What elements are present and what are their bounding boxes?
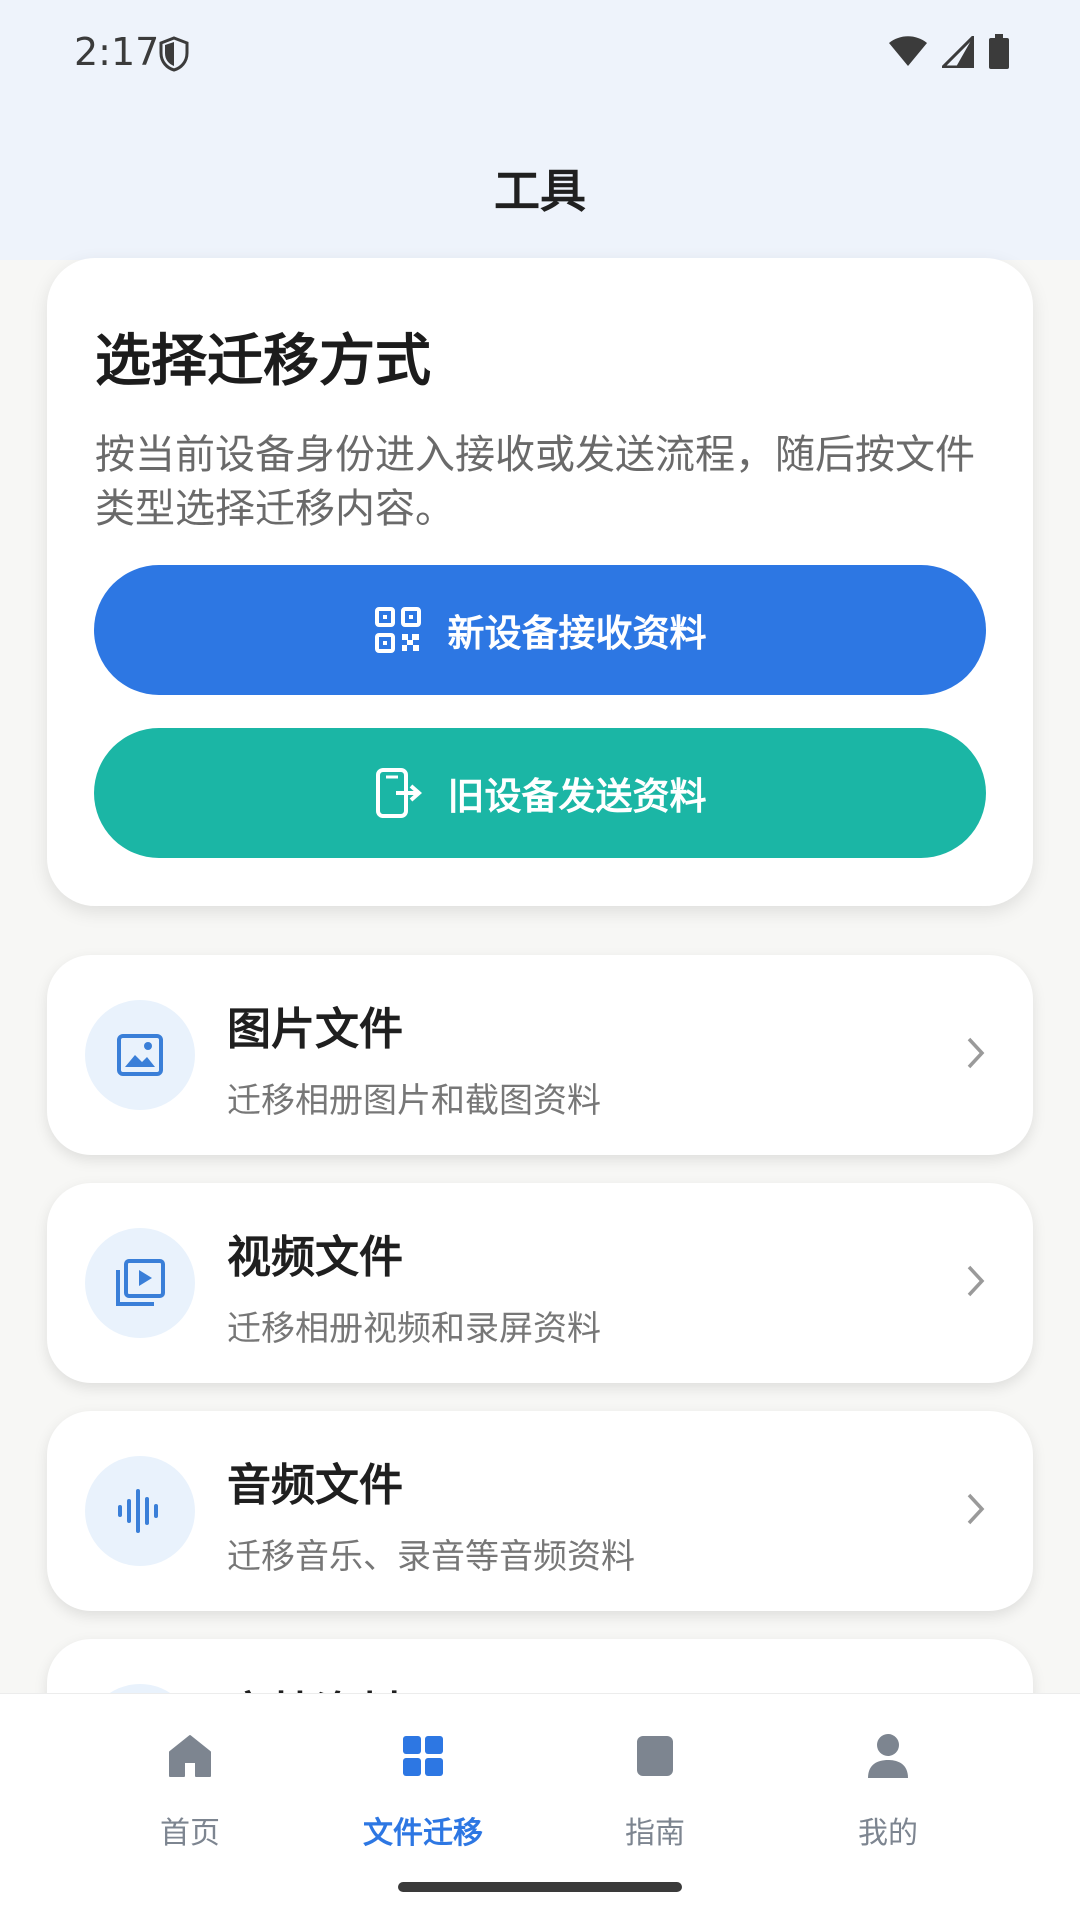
chevron-right-icon [967, 1037, 985, 1069]
chevron-right-icon [967, 1265, 985, 1297]
receive-button-label: 新设备接收资料 [447, 612, 707, 655]
page-title: 工具 [494, 164, 586, 218]
card-subtitle: 迁移相册视频和录屏资料 [227, 1309, 601, 1349]
image-icon [85, 1000, 195, 1110]
card-subtitle: 迁移相册图片和截图资料 [227, 1081, 601, 1121]
home-indicator[interactable] [398, 1882, 682, 1892]
grid-icon [403, 1736, 443, 1776]
video-icon [85, 1228, 195, 1338]
send-button-label: 旧设备发送资料 [447, 775, 707, 818]
phone-export-icon [375, 768, 422, 818]
card-title: 音频文件 [227, 1460, 403, 1511]
nav-label: 指南 [625, 1816, 685, 1851]
card-title: 图片文件 [227, 1004, 403, 1055]
status-time: 2:17 [74, 30, 160, 74]
system-icons [888, 34, 1010, 70]
file-type-card-audio[interactable]: 音频文件 迁移音乐、录音等音频资料 [47, 1411, 1033, 1611]
app-bar: 工具 [0, 110, 1080, 260]
home-icon [169, 1735, 211, 1777]
wifi-icon [889, 36, 927, 66]
nav-item-guide[interactable]: 指南 [555, 1724, 755, 1852]
receive-button[interactable]: 新设备接收资料 [94, 565, 986, 695]
hero-title: 选择迁移方式 [95, 329, 431, 394]
person-icon [868, 1734, 908, 1778]
nav-label: 首页 [160, 1816, 220, 1851]
chevron-right-icon [967, 1493, 985, 1525]
file-type-card-videos[interactable]: 视频文件 迁移相册视频和录屏资料 [47, 1183, 1033, 1383]
nav-item-home[interactable]: 首页 [90, 1724, 290, 1852]
nav-label: 我的 [858, 1816, 918, 1851]
audio-wave-icon [85, 1456, 195, 1566]
signal-icon [942, 36, 974, 68]
card-subtitle: 迁移音乐、录音等音频资料 [227, 1537, 635, 1577]
nav-item-profile[interactable]: 我的 [788, 1724, 988, 1852]
qr-code-icon [374, 607, 421, 653]
battery-icon [989, 34, 1009, 69]
migration-method-card: 选择迁移方式 按当前设备身份进入接收或发送流程，随后按文件类型选择迁移内容。 新… [47, 258, 1033, 906]
nav-label: 文件迁移 [363, 1816, 483, 1851]
nav-item-file-migration[interactable]: 文件迁移 [323, 1724, 523, 1852]
send-button[interactable]: 旧设备发送资料 [94, 728, 986, 858]
file-type-card-images[interactable]: 图片文件 迁移相册图片和截图资料 [47, 955, 1033, 1155]
shield-icon [159, 36, 189, 72]
hero-description: 按当前设备身份进入接收或发送流程，随后按文件类型选择迁移内容。 [95, 432, 975, 532]
card-title: 视频文件 [227, 1232, 403, 1283]
book-icon [637, 1736, 673, 1776]
status-bar: 2:17 [0, 0, 1080, 110]
